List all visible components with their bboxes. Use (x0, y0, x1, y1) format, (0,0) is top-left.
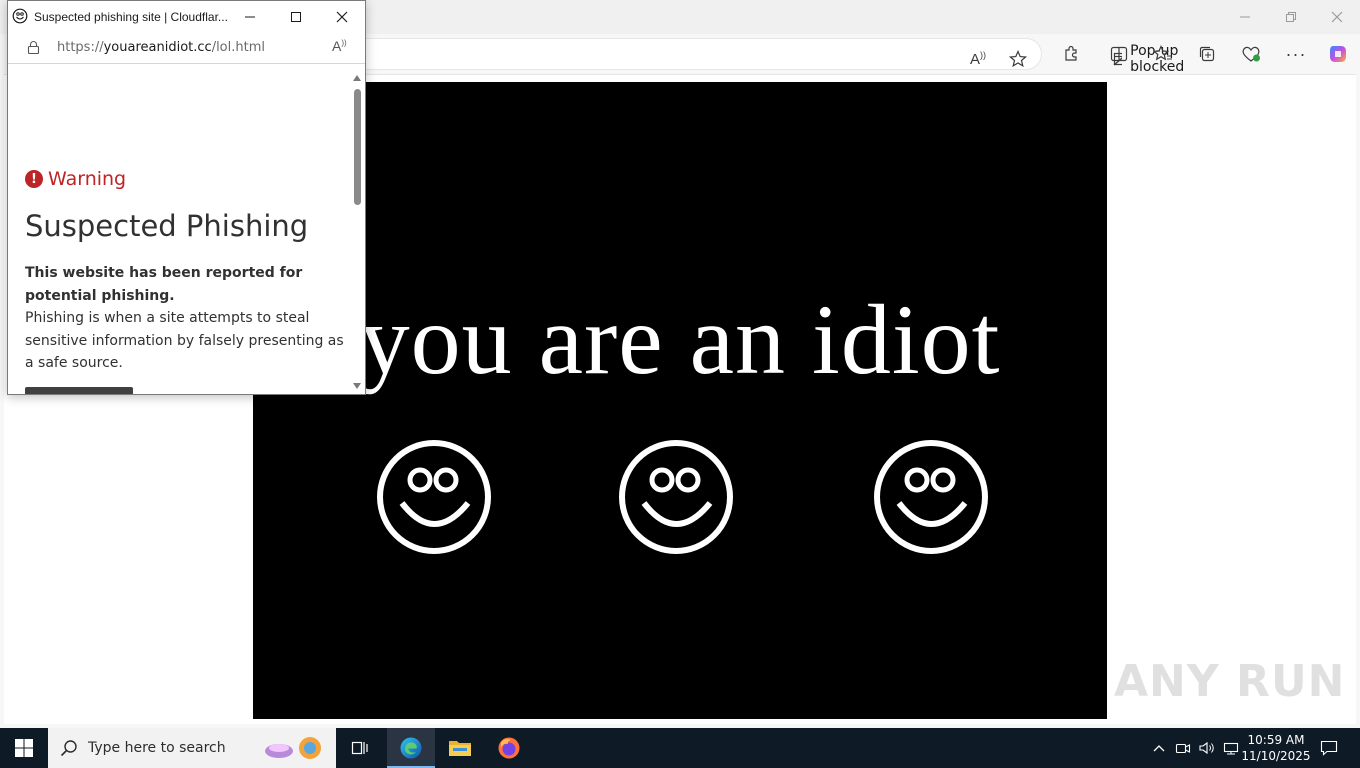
idiot-stage[interactable]: you are an idiot (253, 82, 1107, 719)
network-icon (1223, 742, 1239, 755)
split-screen-button[interactable] (1104, 40, 1134, 68)
read-aloud-icon: A)) (969, 50, 986, 68)
network-button[interactable] (1220, 728, 1242, 768)
popup-close-button[interactable] (319, 1, 365, 32)
collections-icon (1199, 46, 1215, 62)
edge-icon (400, 737, 422, 759)
task-view-button[interactable] (338, 728, 382, 768)
popup-minimize-button[interactable] (227, 1, 273, 32)
browser-essentials-icon (1242, 46, 1260, 62)
read-aloud-button[interactable]: A)) (963, 45, 993, 73)
clock-time: 10:59 AM (1247, 733, 1305, 747)
taskbar: Type here to search 10:59 AM 11/10/2025 (0, 728, 1360, 768)
favorite-star-icon (1009, 50, 1027, 68)
volume-button[interactable] (1195, 728, 1219, 768)
taskbar-search[interactable]: Type here to search (48, 728, 336, 768)
phishing-description: This website has been reported for poten… (25, 262, 345, 375)
copilot-button[interactable] (1323, 40, 1353, 68)
minimize-button[interactable] (1222, 0, 1268, 34)
clock-date: 11/10/2025 (1241, 749, 1311, 763)
search-icon (60, 740, 77, 757)
meet-now-button[interactable] (1172, 728, 1194, 768)
phishing-popup-window[interactable]: Suspected phishing site | Cloudflar... h… (7, 0, 366, 395)
scroll-thumb[interactable] (354, 89, 361, 205)
popup-scrollbar[interactable] (352, 73, 362, 389)
minimize-icon (1240, 16, 1250, 18)
popup-action-button[interactable] (25, 387, 133, 394)
favorites-button[interactable] (1148, 40, 1178, 68)
popup-title: Suspected phishing site | Cloudflar... (34, 10, 228, 24)
scroll-up-arrow-icon[interactable] (353, 75, 361, 81)
windows-start-icon (15, 739, 33, 757)
idiot-headline: you are an idiot (359, 284, 1001, 395)
close-icon (1331, 11, 1343, 23)
phishing-report-text: This website has been reported for poten… (25, 265, 303, 304)
search-placeholder: Type here to search (88, 740, 226, 756)
smiley-icon (377, 440, 491, 554)
camera-icon (1175, 743, 1191, 754)
volume-icon (1199, 741, 1214, 755)
phishing-heading: Suspected Phishing (25, 209, 309, 243)
more-icon: ··· (1285, 43, 1307, 64)
file-explorer-icon (449, 741, 471, 756)
taskbar-firefox-button[interactable] (485, 728, 533, 768)
split-screen-icon (1110, 46, 1128, 62)
copilot-icon (1330, 46, 1346, 62)
warning-label: Warning (48, 168, 127, 190)
add-favorite-button[interactable] (1003, 45, 1033, 73)
browser-essentials-button[interactable] (1236, 40, 1266, 68)
collections-button[interactable] (1192, 40, 1222, 68)
more-button[interactable]: ··· (1281, 40, 1311, 68)
popup-maximize-button[interactable] (273, 1, 319, 32)
phishing-explanation: Phishing is when a site attempts to stea… (25, 310, 344, 371)
firefox-icon (498, 737, 520, 759)
address-bar[interactable]: Pop-up blocked A)) (300, 38, 1184, 75)
warning-row: ! Warning (25, 168, 126, 190)
maximize-icon (291, 11, 301, 22)
show-hidden-icons-button[interactable] (1148, 728, 1170, 768)
extensions-icon (1065, 45, 1077, 61)
taskbar-edge-button[interactable] (387, 728, 435, 768)
minimize-icon (245, 16, 255, 17)
favorites-icon (1153, 45, 1172, 61)
restore-button[interactable] (1268, 0, 1314, 34)
task-view-icon (351, 741, 368, 755)
popup-address-bar[interactable]: https://youareanidiot.cc/lol.html A)) (8, 32, 365, 64)
warning-icon: ! (25, 170, 43, 188)
restore-icon (1286, 12, 1296, 22)
smiley-icon (619, 440, 733, 554)
popup-url: https://youareanidiot.cc/lol.html (57, 40, 265, 55)
search-highlight-icon (265, 737, 321, 759)
close-icon (336, 11, 348, 22)
extensions-button[interactable] (1056, 40, 1086, 68)
lock-icon (27, 41, 40, 55)
close-button[interactable] (1314, 0, 1360, 34)
smiley-icon (874, 440, 988, 554)
smiley-icon (12, 8, 28, 24)
notification-icon (1320, 740, 1338, 756)
scroll-down-arrow-icon[interactable] (353, 383, 361, 389)
taskbar-file-explorer-button[interactable] (436, 728, 484, 768)
taskbar-clock[interactable]: 10:59 AM 11/10/2025 (1240, 732, 1312, 764)
read-aloud-icon[interactable]: A)) (332, 38, 347, 54)
popup-content: ! Warning Suspected Phishing This websit… (8, 65, 365, 394)
notification-center-button[interactable] (1314, 728, 1344, 768)
chevron-up-icon (1153, 745, 1165, 752)
popup-titlebar[interactable]: Suspected phishing site | Cloudflar... (8, 1, 365, 32)
anyrun-watermark: ANY RUN (1114, 656, 1346, 707)
start-button[interactable] (0, 728, 48, 768)
